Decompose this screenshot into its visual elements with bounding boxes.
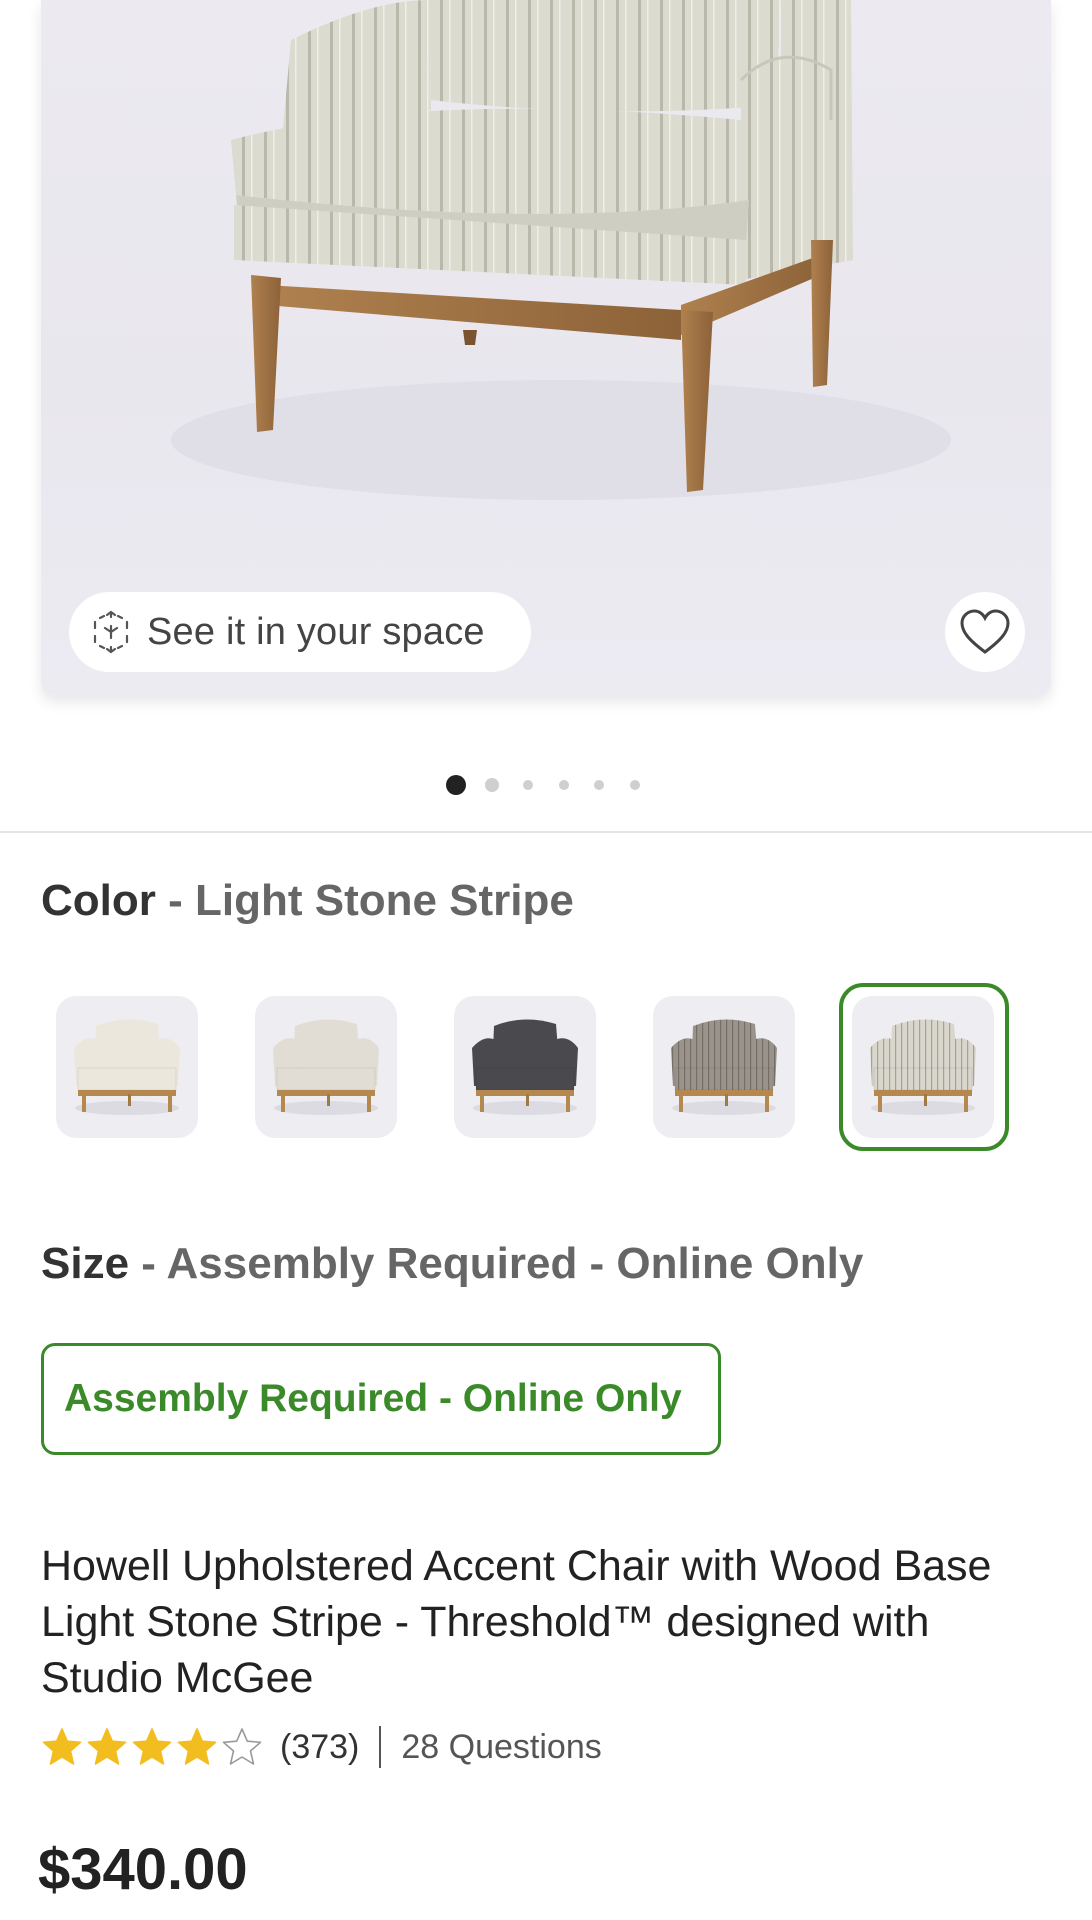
product-image-card[interactable]: See it in your space [41,0,1051,696]
color-swatch-charcoal[interactable] [454,996,596,1138]
color-swatch-light-stone-stripe[interactable] [852,996,994,1138]
star-rating[interactable] [41,1726,266,1768]
product-title: Howell Upholstered Accent Chair with Woo… [41,1542,992,1702]
size-option-button[interactable]: Assembly Required - Online Only [41,1343,721,1455]
carousel-dot[interactable] [559,780,569,790]
star-filled-icon [87,1728,127,1765]
size-option-heading: Size - Assembly Required - Online Only [41,1239,864,1288]
heart-outline-icon [960,609,1010,654]
swatch-chair-image [74,1019,180,1115]
color-selected-value: Light Stone Stripe [195,876,574,925]
see-it-in-your-space-label: See it in your space [147,610,485,653]
rating-separator [379,1726,382,1768]
star-filled-icon [132,1728,172,1765]
ar-cube-icon [93,610,129,654]
star-filled-icon [42,1728,82,1765]
swatch-chair-image [870,1019,976,1115]
rating-row: (373) 28 Questions [41,1722,602,1772]
section-divider [0,831,1092,833]
carousel-pagination[interactable] [0,773,1092,797]
star-filled-icon [177,1728,217,1765]
color-label: Color [41,876,156,925]
see-it-in-your-space-button[interactable]: See it in your space [69,592,531,672]
carousel-dot[interactable] [630,780,640,790]
star-empty-icon [222,1728,262,1765]
size-selected-value: Assembly Required - Online Only [166,1239,864,1288]
swatch-chair-image [273,1019,379,1115]
color-swatch-cream[interactable] [56,996,198,1138]
carousel-dot[interactable] [594,780,604,790]
carousel-dot-active[interactable] [446,775,466,795]
swatch-chair-image [472,1019,578,1115]
color-swatch-brown-stripe[interactable] [653,996,795,1138]
review-count-link[interactable]: (373) [280,1728,359,1767]
favorite-button[interactable] [945,592,1025,672]
product-price: $340.00 [38,1837,248,1902]
carousel-dot[interactable] [523,780,533,790]
size-option-label: Assembly Required - Online Only [64,1377,682,1420]
questions-link[interactable]: 28 Questions [401,1728,601,1767]
color-option-heading: Color - Light Stone Stripe [41,876,574,925]
size-label: Size [41,1239,130,1288]
carousel-dot[interactable] [485,778,499,792]
swatch-chair-image [671,1019,777,1115]
color-swatch-light-gray[interactable] [255,996,397,1138]
